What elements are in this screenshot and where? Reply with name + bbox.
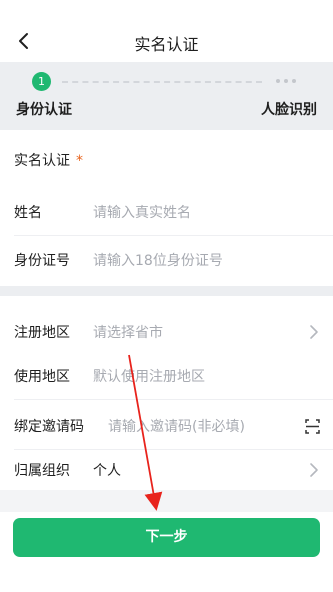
chevron-right-icon [310,463,318,477]
use-region-select[interactable]: 默认使用注册地区 [93,366,205,386]
row-divider [14,399,333,400]
name-field-row[interactable]: 姓名 请输入真实姓名 [0,188,333,236]
use-region-row[interactable]: 使用地区 默认使用注册地区 [0,352,333,400]
section-title-text: 实名认证 [14,153,70,169]
page-title: 实名认证 [134,35,199,54]
register-region-row[interactable]: 注册地区 请选择省市 [0,308,333,356]
organization-value[interactable]: 个人 [93,460,121,480]
name-input[interactable]: 请输入真实姓名 [93,202,191,222]
invite-code-label: 绑定邀请码 [14,419,84,435]
step-2-label: 人脸识别 [261,102,317,118]
section-divider [0,286,333,296]
step-1-label: 身份认证 [16,102,72,118]
top-bar: 实名认证 [0,0,333,62]
id-number-label: 身份证号 [14,253,70,269]
step-progress-line [62,81,262,83]
use-region-label: 使用地区 [14,369,70,385]
next-step-button[interactable]: 下一步 [13,518,320,557]
organization-label: 归属组织 [14,463,70,479]
id-number-input[interactable]: 请输入18位身份证号 [93,250,223,270]
register-region-label: 注册地区 [14,325,70,341]
invite-code-input[interactable]: 请输入邀请码(非必填) [108,416,245,436]
name-label: 姓名 [14,205,42,221]
organization-row[interactable]: 归属组织 个人 [0,446,333,494]
id-number-field-row[interactable]: 身份证号 请输入18位身份证号 [0,236,333,284]
invite-code-row[interactable]: 绑定邀请码 请输入邀请码(非必填) [0,402,333,450]
required-mark: * [76,153,83,169]
section-title: 实名认证 * [14,150,83,170]
step-1-badge: 1 [32,72,51,91]
scan-code-icon[interactable] [305,419,320,434]
more-dots-icon [276,79,296,83]
chevron-right-icon [310,325,318,339]
register-region-select[interactable]: 请选择省市 [93,322,163,342]
